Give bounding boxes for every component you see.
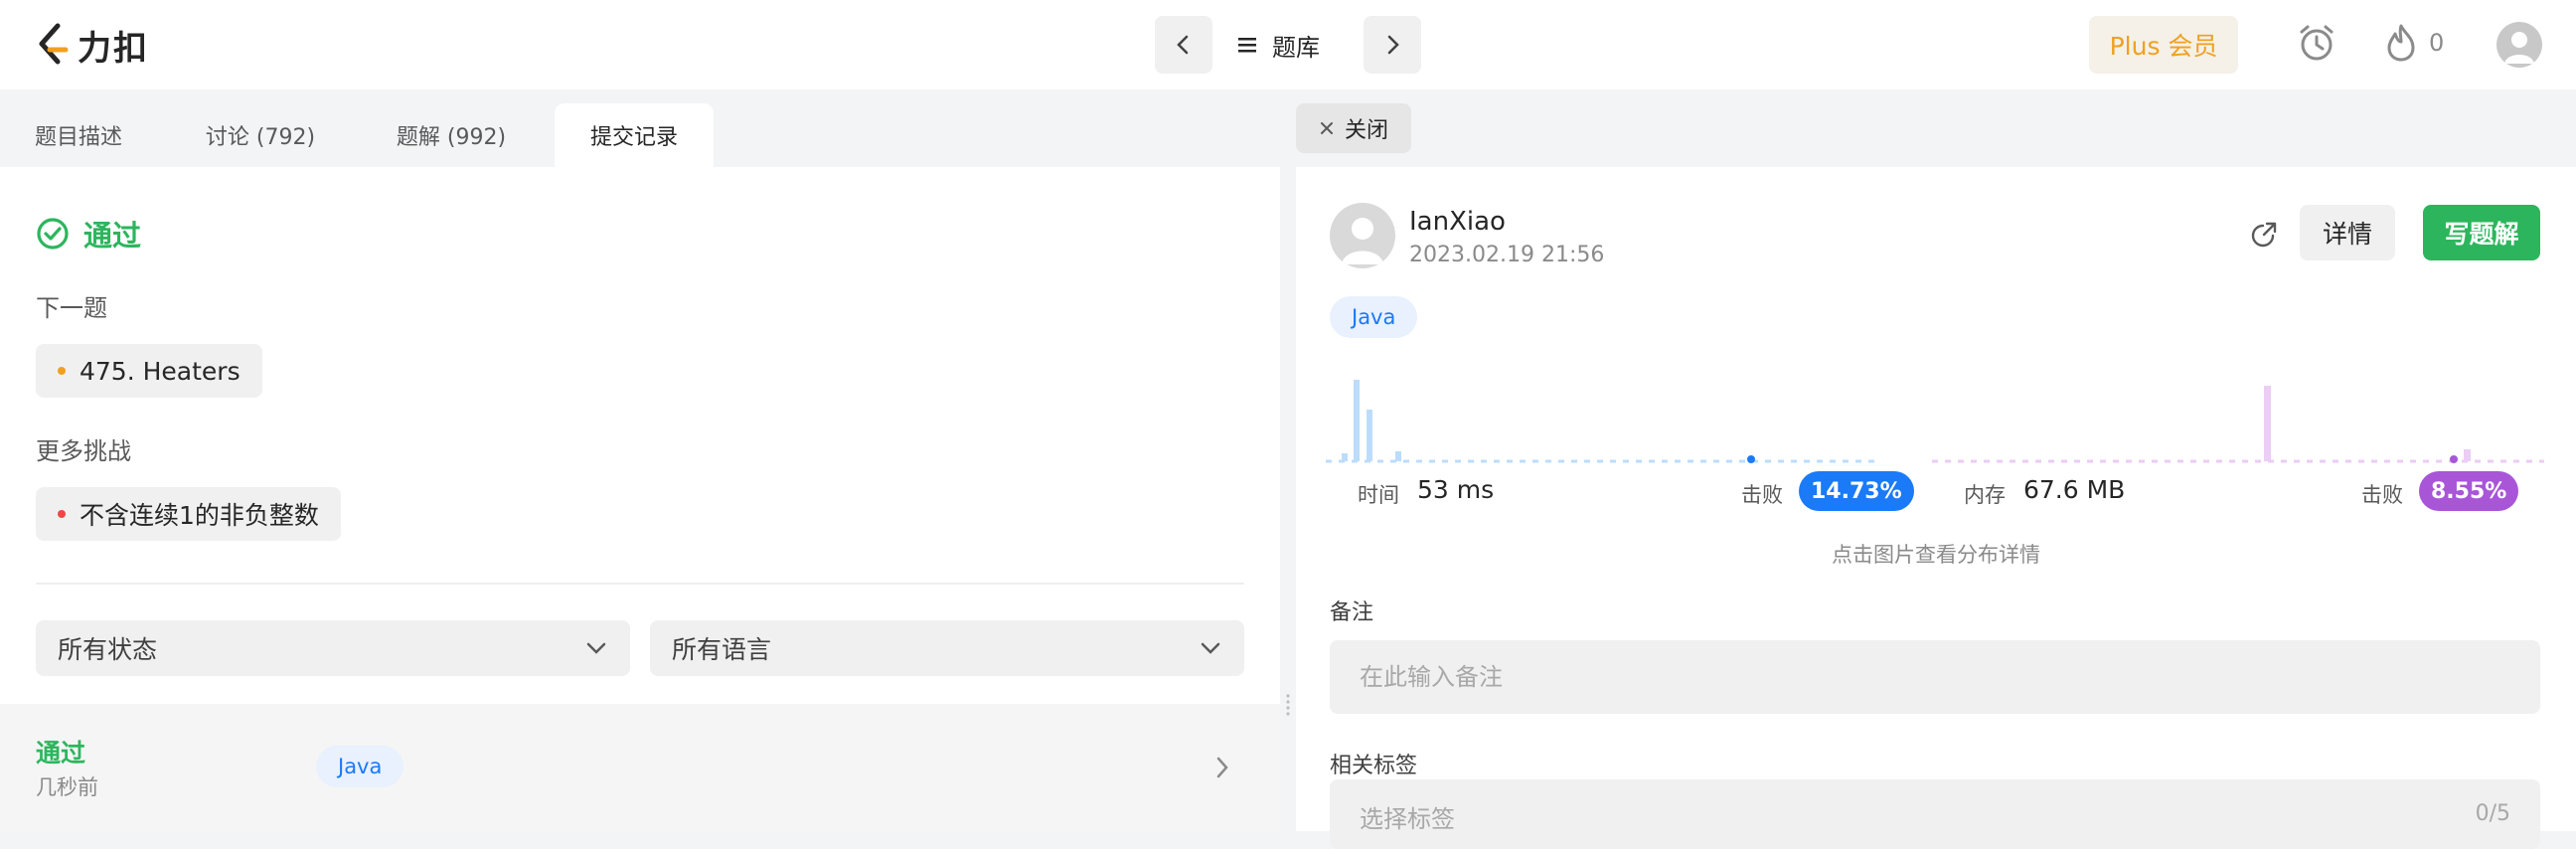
runtime-distribution-chart[interactable] — [1326, 376, 1882, 465]
tag-select[interactable]: 选择标签 0/5 — [1330, 779, 2540, 849]
difficulty-dot — [58, 510, 66, 518]
submission-lang-badge: Java — [1330, 296, 1418, 338]
runtime-beat-badge: 14.73% — [1799, 471, 1914, 511]
status-filter-value: 所有状态 — [58, 635, 158, 664]
prev-problem-button[interactable] — [1155, 16, 1212, 74]
alarm-clock-icon — [2300, 25, 2334, 61]
runtime-value: 53 ms — [1417, 475, 1495, 504]
note-label: 备注 — [1330, 600, 1374, 625]
avatar-icon — [1342, 218, 1383, 264]
tag-count: 0/5 — [2475, 801, 2510, 826]
runtime-bar — [1342, 453, 1348, 461]
chart-hint: 点击图片查看分布详情 — [1832, 543, 2040, 567]
close-label: 关闭 — [1344, 118, 1388, 143]
chevron-left-icon — [1177, 35, 1189, 55]
memory-value: 67.6 MB — [2023, 475, 2126, 504]
submission-date: 2023.02.19 21:56 — [1409, 243, 1605, 267]
drag-handle-icon — [1286, 694, 1290, 716]
next-problem-label: 下一题 — [36, 294, 107, 322]
top-bar: 力扣 题库 Plus 会员 0 — [0, 0, 2576, 89]
left-panel: 题目描述 讨论 (792) 题解 (992) 提交记录 通过 下一题 475. … — [0, 103, 1280, 831]
panel-splitter[interactable] — [1280, 89, 1296, 831]
list-icon — [1238, 38, 1256, 53]
tags-label: 相关标签 — [1330, 754, 1418, 778]
submission-time: 几秒前 — [36, 775, 98, 799]
runtime-bar — [1367, 410, 1372, 461]
memory-bar — [2264, 386, 2271, 461]
status-filter-select[interactable]: 所有状态 — [36, 620, 630, 676]
submission-lang-badge: Java — [316, 746, 404, 787]
more-challenge-chip[interactable]: 不含连续1的非负整数 — [36, 487, 341, 541]
logo-icon — [39, 23, 69, 65]
streak-count: 0 — [2429, 29, 2445, 57]
divider — [36, 583, 1244, 585]
flame-icon — [2387, 24, 2415, 62]
chevron-down-icon — [586, 642, 606, 654]
share-icon — [2251, 222, 2277, 248]
alarm-button[interactable] — [2296, 22, 2337, 64]
memory-beat-badge: 8.55% — [2419, 471, 2519, 511]
next-problem-button[interactable] — [1364, 16, 1421, 74]
submission-row[interactable]: 通过 几秒前 Java — [0, 704, 1280, 831]
tab-submissions[interactable]: 提交记录 — [555, 103, 714, 167]
tag-placeholder: 选择标签 — [1360, 805, 1455, 833]
memory-label: 内存 — [1964, 483, 2006, 507]
problem-bank-link[interactable]: 题库 — [1236, 16, 1320, 74]
difficulty-dot — [58, 367, 66, 375]
close-tab-button[interactable]: 关闭 — [1296, 103, 1411, 153]
chevron-right-icon — [1387, 35, 1399, 55]
runtime-label: 时间 — [1358, 483, 1399, 507]
status-row: 通过 — [36, 213, 141, 255]
avatar-icon — [2504, 32, 2534, 64]
check-circle-icon — [37, 218, 69, 250]
more-challenges-label: 更多挑战 — [36, 437, 131, 465]
right-panel: 关闭 IanXiao 2023.02.19 21:56 详情 写题解 Java — [1296, 89, 2576, 849]
next-problem-chip[interactable]: 475. Heaters — [36, 344, 262, 398]
memory-my-position — [2450, 455, 2458, 463]
submitter-name[interactable]: IanXiao — [1409, 207, 1506, 237]
submitter-avatar[interactable] — [1330, 203, 1395, 268]
note-input[interactable] — [1330, 640, 2540, 714]
tab-discussion[interactable]: 讨论 (792) — [179, 103, 342, 167]
left-tabs: 题目描述 讨论 (792) 题解 (992) 提交记录 — [0, 103, 1280, 167]
tab-description[interactable]: 题目描述 — [0, 103, 157, 167]
tab-solutions[interactable]: 题解 (992) — [370, 103, 533, 167]
logo-text: 力扣 — [78, 28, 149, 69]
right-tabs: 关闭 — [1296, 89, 2576, 167]
memory-distribution-chart[interactable] — [1932, 376, 2548, 465]
runtime-my-position — [1747, 455, 1755, 463]
runtime-beat-label: 击败 — [1741, 483, 1783, 507]
language-filter-value: 所有语言 — [672, 635, 772, 664]
next-problem-title: 475. Heaters — [80, 356, 241, 386]
detail-button[interactable]: 详情 — [2300, 205, 2395, 260]
leetcode-logo[interactable]: 力扣 — [36, 22, 149, 69]
runtime-bar — [1395, 451, 1401, 461]
write-solution-button[interactable]: 写题解 — [2423, 205, 2540, 260]
streak-button[interactable]: 0 — [2383, 22, 2444, 64]
status-text: 通过 — [83, 219, 142, 253]
submission-detail: IanXiao 2023.02.19 21:56 详情 写题解 Java 时间 … — [1296, 167, 2576, 849]
user-avatar[interactable] — [2496, 22, 2542, 68]
submission-summary: 通过 下一题 475. Heaters 更多挑战 不含连续1的非负整数 所有状态… — [0, 167, 1280, 831]
problem-bank-label: 题库 — [1272, 33, 1320, 62]
submission-status: 通过 — [36, 739, 86, 767]
memory-beat-label: 击败 — [2361, 483, 2403, 507]
memory-bar — [2464, 449, 2471, 461]
runtime-bar — [1354, 380, 1360, 461]
share-button[interactable] — [2240, 213, 2286, 258]
close-icon — [1320, 122, 1333, 134]
more-challenge-title: 不含连续1的非负整数 — [80, 501, 319, 530]
chevron-right-icon — [1216, 757, 1228, 778]
chevron-down-icon — [1201, 642, 1220, 654]
language-filter-select[interactable]: 所有语言 — [650, 620, 1244, 676]
plus-membership-button[interactable]: Plus 会员 — [2089, 16, 2238, 74]
